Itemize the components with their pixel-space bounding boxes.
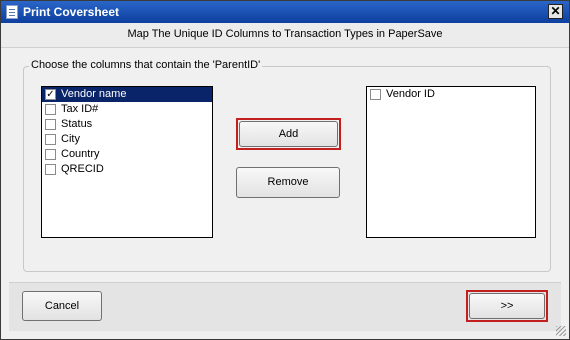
checkbox-status[interactable] [45,119,56,130]
checkbox-tax-id[interactable] [45,104,56,115]
remove-button[interactable]: Remove [236,167,340,198]
document-icon [6,5,18,19]
checkbox-vendor-name[interactable]: ✓ [45,89,56,100]
add-button[interactable]: Add [239,121,338,147]
list-item-vendor-name[interactable]: ✓ Vendor name [42,87,212,102]
list-item-status[interactable]: Status [42,117,212,132]
close-button[interactable]: ✕ [548,4,563,19]
checkbox-city[interactable] [45,134,56,145]
title-bar[interactable]: Print Coversheet ✕ [1,1,569,23]
list-item-label: Vendor ID [386,88,435,100]
list-item-qrecid[interactable]: QRECID [42,162,212,177]
cancel-button[interactable]: Cancel [22,291,102,321]
groupbox-label: Choose the columns that contain the 'Par… [29,59,263,71]
resize-grip-icon[interactable] [556,326,566,336]
window-title: Print Coversheet [23,5,120,19]
list-item-label: Tax ID# [61,103,99,115]
available-columns-list[interactable]: ✓ Vendor name Tax ID# Status City Countr… [41,86,213,238]
list-item-label: Status [61,118,93,130]
list-item-city[interactable]: City [42,132,212,147]
list-item-vendor-id[interactable]: Vendor ID [367,87,535,102]
list-item-label: Country [61,148,100,160]
list-item-label: Vendor name [61,88,127,100]
next-button[interactable]: >> [469,293,545,319]
list-item-country[interactable]: Country [42,147,212,162]
list-item-label: QRECID [61,163,104,175]
checkbox-vendor-id[interactable] [370,89,381,100]
dialog-window: Print Coversheet ✕ Map The Unique ID Col… [0,0,570,340]
list-item-label: City [61,133,80,145]
checkbox-qrecid[interactable] [45,164,56,175]
header-text: Map The Unique ID Columns to Transaction… [127,28,443,40]
selected-columns-list[interactable]: Vendor ID [366,86,536,238]
checkbox-country[interactable] [45,149,56,160]
header-band: Map The Unique ID Columns to Transaction… [1,23,569,48]
list-item-tax-id[interactable]: Tax ID# [42,102,212,117]
